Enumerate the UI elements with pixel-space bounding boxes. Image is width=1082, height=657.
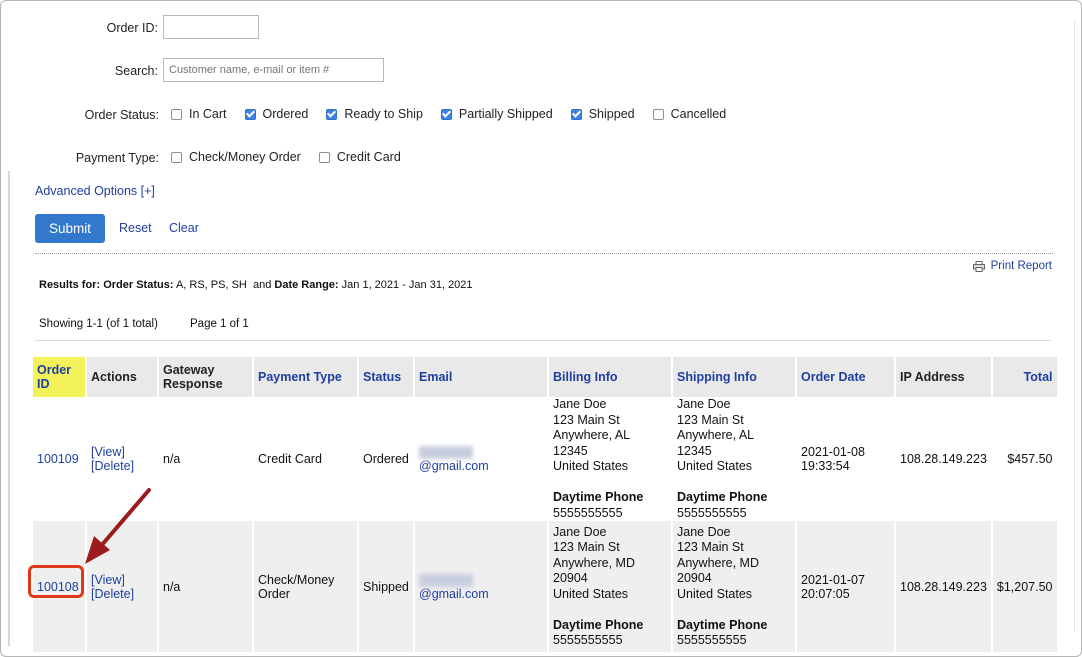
app-window: Order ID: Search: Order Status: In Cart …	[0, 0, 1082, 657]
annotation-arrow-icon	[85, 488, 151, 564]
